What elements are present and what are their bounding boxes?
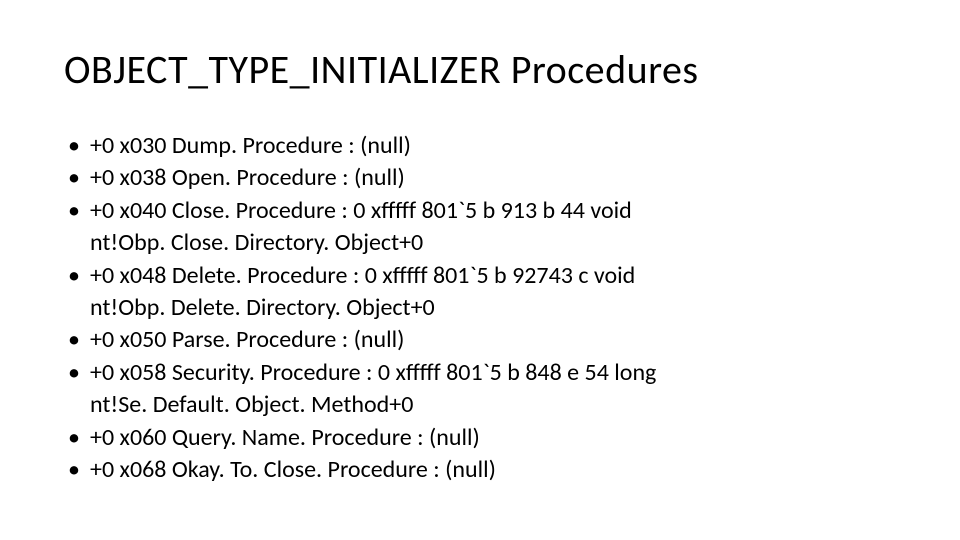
item-text: +0 x060 Query. Name. Procedure : (null) xyxy=(90,423,480,452)
item-text: +0 x030 Dump. Procedure : (null) xyxy=(90,131,411,160)
item-text: +0 x058 Security. Procedure : 0 xfffff 8… xyxy=(90,358,656,387)
item-continuation: nt!Obp. Delete. Directory. Object+0 xyxy=(90,292,896,324)
list-item: +0 x040 Close. Procedure : 0 xfffff 801`… xyxy=(64,195,896,260)
bullet-list: +0 x030 Dump. Procedure : (null) +0 x038… xyxy=(64,130,896,486)
item-text: +0 x048 Delete. Procedure : 0 xfffff 801… xyxy=(90,261,635,290)
list-item: +0 x038 Open. Procedure : (null) xyxy=(64,162,896,194)
list-item: +0 x068 Okay. To. Close. Procedure : (nu… xyxy=(64,454,896,486)
page-title: OBJECT_TYPE_INITIALIZER Procedures xyxy=(64,48,896,92)
item-continuation: nt!Se. Default. Object. Method+0 xyxy=(90,389,896,421)
slide: OBJECT_TYPE_INITIALIZER Procedures +0 x0… xyxy=(0,0,960,540)
list-item: +0 x060 Query. Name. Procedure : (null) xyxy=(64,422,896,454)
list-item: +0 x050 Parse. Procedure : (null) xyxy=(64,324,896,356)
item-text: +0 x050 Parse. Procedure : (null) xyxy=(90,325,404,354)
list-item: +0 x048 Delete. Procedure : 0 xfffff 801… xyxy=(64,260,896,325)
list-item: +0 x058 Security. Procedure : 0 xfffff 8… xyxy=(64,357,896,422)
list-item: +0 x030 Dump. Procedure : (null) xyxy=(64,130,896,162)
item-text: +0 x038 Open. Procedure : (null) xyxy=(90,163,405,192)
item-text: +0 x068 Okay. To. Close. Procedure : (nu… xyxy=(90,455,496,484)
item-text: +0 x040 Close. Procedure : 0 xfffff 801`… xyxy=(90,196,632,225)
item-continuation: nt!Obp. Close. Directory. Object+0 xyxy=(90,227,896,259)
